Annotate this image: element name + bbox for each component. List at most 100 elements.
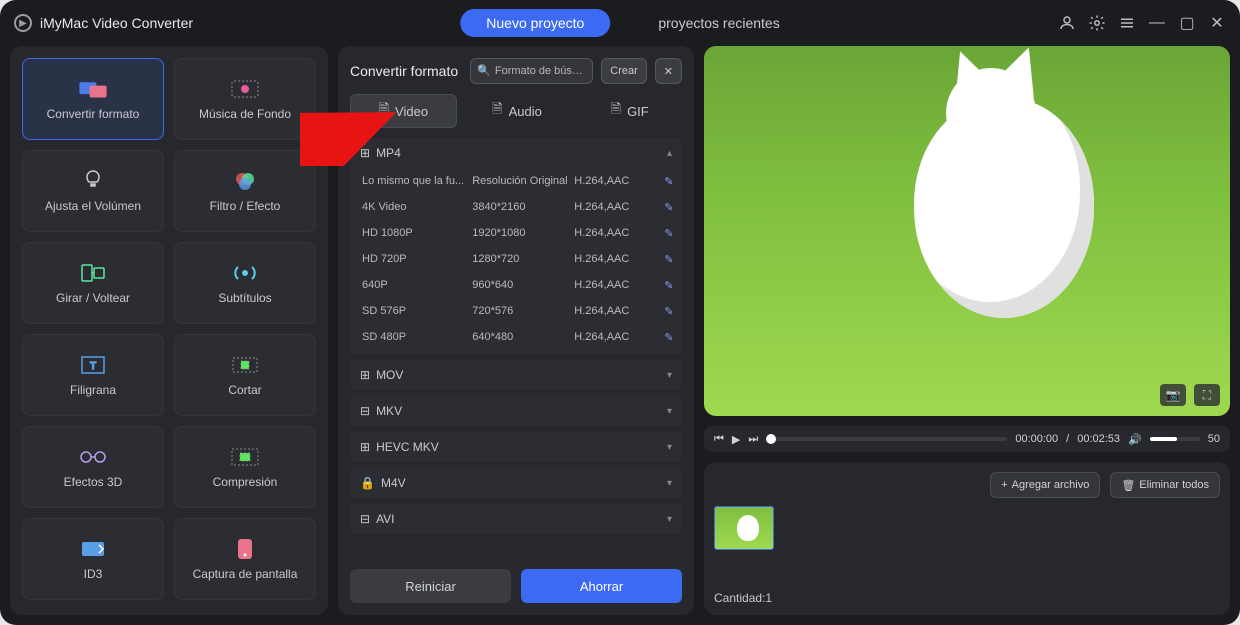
format-codec: H.264,AAC [574, 227, 656, 239]
close-panel-button[interactable]: ✕ [655, 58, 682, 84]
snapshot-button[interactable]: 📷 [1160, 384, 1186, 406]
format-group-mp4: ⊞ MP4 ▴ Lo mismo que la fu...Resolución … [350, 138, 682, 354]
format-row[interactable]: Lo mismo que la fu...Resolución Original… [362, 168, 678, 194]
tool-volume[interactable]: Ajusta el Volúmen [22, 150, 164, 232]
container-icon: ⊟ [360, 404, 370, 418]
tool-label: ID3 [84, 567, 103, 581]
tab-gif[interactable]: 🗎GIF [577, 94, 682, 128]
prev-button[interactable]: ⏮ [714, 433, 724, 446]
format-search-input[interactable]: 🔍 Formato de búsqued [470, 58, 593, 84]
save-button[interactable]: Ahorrar [521, 569, 682, 603]
account-icon[interactable] [1058, 14, 1076, 32]
tab-audio[interactable]: 🗎Audio [465, 94, 570, 128]
format-codec: H.264,AAC [574, 305, 656, 317]
plus-icon: + [1001, 479, 1007, 491]
tool-filter[interactable]: Filtro / Efecto [174, 150, 316, 232]
container-icon: ⊞ [360, 146, 370, 160]
tool-sidebar: Convertir formato Música de Fondo Ajusta… [10, 46, 328, 615]
add-file-button[interactable]: +Agregar archivo [990, 472, 1100, 498]
tool-3dfx[interactable]: Efectos 3D [22, 426, 164, 508]
format-row[interactable]: HD 1080P 1920*1080 H.264,AAC ✎ [362, 220, 678, 246]
settings-icon[interactable] [1088, 14, 1106, 32]
reset-button[interactable]: Reiniciar [350, 569, 511, 603]
remove-all-button[interactable]: 🗑Eliminar todos [1110, 472, 1220, 498]
tool-label: Cortar [228, 383, 261, 397]
format-row[interactable]: 4K Video3840*2160H.264,AAC✎ [362, 194, 678, 220]
edit-icon[interactable]: ✎ [660, 253, 678, 266]
tool-rotate[interactable]: Girar / Voltear [22, 242, 164, 324]
recent-projects-link[interactable]: proyectos recientes [658, 15, 779, 31]
tab-video[interactable]: 🗎Video [350, 94, 457, 128]
tool-trim[interactable]: Cortar [174, 334, 316, 416]
group-header-mkv[interactable]: ⊟MKV▾ [350, 396, 682, 426]
search-icon: 🔍 [477, 64, 491, 78]
format-codec: H.264,AAC [574, 331, 656, 343]
tool-compress[interactable]: Compresión [174, 426, 316, 508]
group-header-mp4[interactable]: ⊞ MP4 ▴ [350, 138, 682, 168]
format-group-mkv: ⊟MKV▾ [350, 396, 682, 426]
fullscreen-icon: ⛶ [1203, 388, 1211, 403]
camera-icon: 📷 [1166, 388, 1181, 402]
format-row[interactable]: 640P960*640H.264,AAC✎ [362, 272, 678, 298]
group-header-avi[interactable]: ⊟AVI▾ [350, 504, 682, 534]
format-codec: H.264,AAC [574, 253, 656, 265]
format-resolution: 1920*1080 [472, 227, 570, 239]
tool-watermark[interactable]: T Filigrana [22, 334, 164, 416]
file-panel: +Agregar archivo 🗑Eliminar todos Cantida… [704, 462, 1230, 615]
tool-label: Captura de pantalla [193, 567, 298, 581]
fullscreen-button[interactable]: ⛶ [1194, 384, 1220, 406]
play-button[interactable]: ▶ [732, 433, 740, 446]
format-row[interactable]: SD 480P640*480H.264,AAC✎ [362, 324, 678, 350]
minimize-icon[interactable]: — [1148, 14, 1166, 32]
tool-subtitles[interactable]: Subtítulos [174, 242, 316, 324]
volume-slider[interactable] [1150, 437, 1200, 441]
edit-icon[interactable]: ✎ [660, 227, 678, 240]
format-row[interactable]: HD 720P1280*720H.264,AAC✎ [362, 246, 678, 272]
tool-convert[interactable]: Convertir formato [22, 58, 164, 140]
format-name: 4K Video [362, 201, 468, 213]
compress-icon [228, 445, 262, 469]
volume-icon[interactable]: 🔊 [1128, 433, 1142, 446]
new-project-button[interactable]: Nuevo proyecto [460, 9, 610, 37]
tool-screencap[interactable]: Captura de pantalla [174, 518, 316, 600]
format-group-avi: ⊟AVI▾ [350, 504, 682, 534]
group-header-hevc-mkv[interactable]: ⊞HEVC MKV▾ [350, 432, 682, 462]
time-total: 00:02:53 [1077, 433, 1120, 445]
tool-bgmusic[interactable]: Música de Fondo [174, 58, 316, 140]
maximize-icon[interactable]: ▢ [1178, 14, 1196, 32]
seek-slider[interactable] [766, 437, 1007, 441]
tool-label: Ajusta el Volúmen [45, 199, 141, 213]
create-button[interactable]: Crear [601, 58, 647, 84]
group-header-m4v[interactable]: 🔒M4V▾ [350, 468, 682, 498]
menu-icon[interactable] [1118, 14, 1136, 32]
tool-label: Filigrana [70, 383, 116, 397]
format-name: SD 480P [362, 331, 468, 343]
close-icon[interactable]: ✕ [1208, 14, 1226, 32]
format-codec: H.264,AAC [574, 175, 656, 187]
group-header-mov[interactable]: ⊞MOV▾ [350, 360, 682, 390]
format-resolution: 720*576 [472, 305, 570, 317]
edit-icon[interactable]: ✎ [660, 331, 678, 344]
format-name: SD 576P [362, 305, 468, 317]
app-title: iMyMac Video Converter [40, 15, 193, 31]
file-thumbnail[interactable] [714, 506, 774, 550]
player-controls: ⏮ ▶ ⏭ 00:00:00 / 00:02:53 🔊 50 [704, 426, 1230, 452]
video-preview: 📷 ⛶ [704, 46, 1230, 416]
app-logo-icon: ▶ [14, 14, 32, 32]
svg-text:T: T [90, 361, 96, 372]
tool-id3[interactable]: ID3 [22, 518, 164, 600]
format-name: HD 1080P [362, 227, 468, 239]
subtitles-icon [228, 261, 262, 285]
format-row[interactable]: SD 576P 720*576 H.264,AAC ✎ [362, 298, 678, 324]
edit-icon[interactable]: ✎ [660, 175, 678, 188]
edit-icon[interactable]: ✎ [660, 201, 678, 214]
edit-icon[interactable]: ✎ [660, 305, 678, 318]
next-button[interactable]: ⏭ [748, 433, 758, 446]
rotate-icon [76, 261, 110, 285]
tool-label: Girar / Voltear [56, 291, 130, 305]
volume-value: 50 [1208, 433, 1220, 445]
titlebar: ▶ iMyMac Video Converter Nuevo proyecto … [0, 0, 1240, 46]
id3-icon [76, 537, 110, 561]
edit-icon[interactable]: ✎ [660, 279, 678, 292]
format-name: 640P [362, 279, 468, 291]
